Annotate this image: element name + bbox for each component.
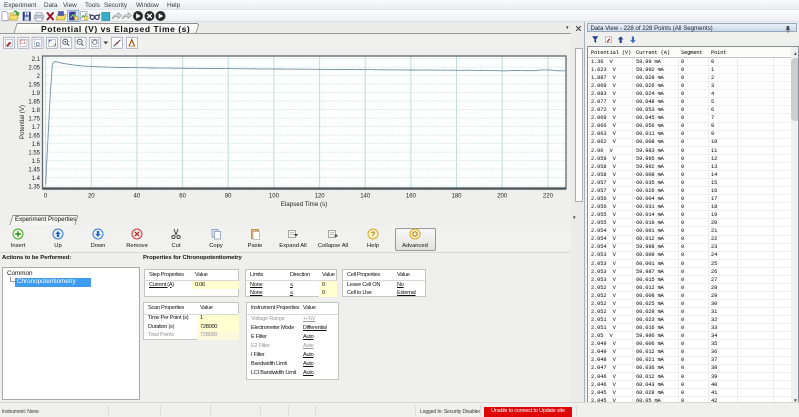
svg-text:20: 20 [88,194,95,200]
svg-text:1.45: 1.45 [28,167,40,173]
svg-text:1.6: 1.6 [32,142,41,148]
svg-text:180: 180 [451,194,462,200]
svg-text:1.9: 1.9 [32,91,41,97]
svg-text:1.75: 1.75 [28,116,40,122]
svg-text:1.35: 1.35 [28,184,40,190]
svg-text:1.8: 1.8 [32,108,41,114]
svg-text:40: 40 [134,194,141,200]
svg-text:1.7: 1.7 [32,125,41,131]
svg-text:2.1: 2.1 [32,57,41,63]
svg-text:1.65: 1.65 [28,133,40,139]
svg-text:80: 80 [225,194,232,200]
svg-text:1.95: 1.95 [28,82,40,88]
svg-text:220: 220 [543,194,554,200]
svg-text:Elapsed Time (s): Elapsed Time (s) [281,201,327,208]
svg-text:?: ? [371,230,376,239]
svg-text:1.5: 1.5 [32,159,41,165]
svg-text:100: 100 [269,194,280,200]
svg-text:60: 60 [179,194,186,200]
svg-text:200: 200 [497,194,508,200]
svg-text:1.85: 1.85 [28,99,40,105]
svg-text:160: 160 [406,194,417,200]
svg-text:140: 140 [360,194,371,200]
svg-text:1.4: 1.4 [32,176,41,182]
svg-text:Potential (V): Potential (V) [19,105,26,139]
svg-text:1.55: 1.55 [28,150,40,156]
svg-text:120: 120 [315,194,326,200]
svg-text:2.05: 2.05 [28,65,40,71]
